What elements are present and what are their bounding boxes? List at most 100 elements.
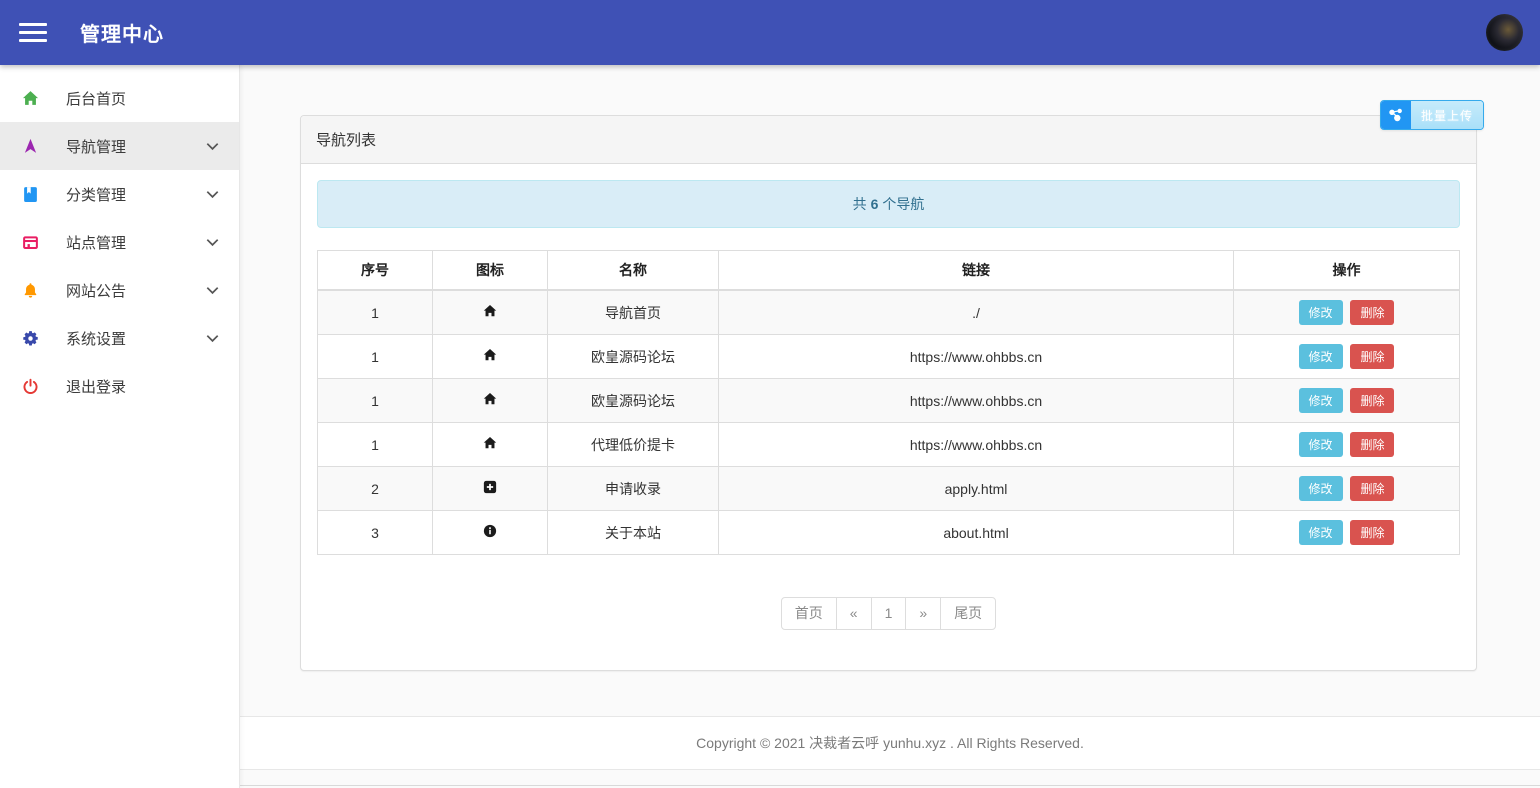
row-actions-cell: 修改 删除 [1234,379,1460,423]
sidebar-item-label: 系统设置 [66,328,126,349]
plus-square-icon [483,480,497,494]
edit-button[interactable]: 修改 [1299,476,1343,501]
row-icon-cell [433,335,548,379]
avatar[interactable] [1486,14,1523,51]
header-actions: 操作 [1234,251,1460,291]
sidebar-item-label: 分类管理 [66,184,126,205]
sidebar-item-label: 站点管理 [66,232,126,253]
pagination: 首页 « 1 » 尾页 [317,597,1460,630]
row-order-cell: 1 [318,423,433,467]
sidebar-menu: 后台首页 导航管理 分类管理 站点管理 网站公告 系统设置 退出登录 [0,74,239,410]
row-name-cell: 欧皇源码论坛 [548,335,719,379]
delete-button[interactable]: 删除 [1350,300,1394,325]
table-row: 1 代理低价提卡 https://www.ohbbs.cn 修改 删除 [318,423,1460,467]
pagination-last[interactable]: 尾页 [940,597,996,630]
row-link-cell: ./ [719,290,1234,335]
sidebar-item-category-manage[interactable]: 分类管理 [0,170,239,218]
nav-list-panel: 导航列表 共 6 个导航 序号 图标 名称 链接 操作 1 [300,115,1477,671]
pagination-prev[interactable]: « [836,597,872,630]
menu-icon[interactable] [19,23,47,43]
delete-button[interactable]: 删除 [1350,520,1394,545]
sidebar-item-site-manage[interactable]: 站点管理 [0,218,239,266]
sidebar-item-label: 退出登录 [66,376,126,397]
bell-icon [20,282,40,299]
chevron-down-icon [206,190,219,199]
sidebar-item-nav-manage[interactable]: 导航管理 [0,122,239,170]
chevron-down-icon [206,238,219,247]
home-icon [483,436,497,450]
edit-button[interactable]: 修改 [1299,432,1343,457]
nav-table-body: 1 导航首页 ./ 修改 删除 1 欧皇源码论坛 https://www.ohb… [318,290,1460,555]
row-name-cell: 欧皇源码论坛 [548,379,719,423]
book-icon [20,186,40,203]
sidebar-item-announcement[interactable]: 网站公告 [0,266,239,314]
row-link-cell: apply.html [719,467,1234,511]
nav-count-suffix: 个导航 [882,194,924,214]
sidebar-item-label: 网站公告 [66,280,126,301]
table-row: 2 申请收录 apply.html 修改 删除 [318,467,1460,511]
row-name-cell: 申请收录 [548,467,719,511]
row-name-cell: 代理低价提卡 [548,423,719,467]
row-actions-cell: 修改 删除 [1234,467,1460,511]
top-header: 管理中心 [0,0,1540,65]
gear-icon [20,330,40,347]
nav-count-alert: 共 6 个导航 [317,180,1460,228]
row-icon-cell [433,423,548,467]
pagination-next[interactable]: » [905,597,941,630]
copyright-text: Copyright © 2021 决裁者云呼 yunhu.xyz . All R… [696,733,1084,753]
pagination-first[interactable]: 首页 [781,597,837,630]
nav-count-prefix: 共 [853,194,867,214]
store-icon [20,234,40,251]
row-order-cell: 2 [318,467,433,511]
row-link-cell: about.html [719,511,1234,555]
table-row: 3 关于本站 about.html 修改 删除 [318,511,1460,555]
delete-button[interactable]: 删除 [1350,344,1394,369]
delete-button[interactable]: 删除 [1350,476,1394,501]
table-header-row: 序号 图标 名称 链接 操作 [318,251,1460,291]
table-row: 1 导航首页 ./ 修改 删除 [318,290,1460,335]
home-icon [20,90,40,107]
sidebar-item-label: 后台首页 [66,88,126,109]
sidebar: 后台首页 导航管理 分类管理 站点管理 网站公告 系统设置 退出登录 [0,65,240,788]
row-order-cell: 3 [318,511,433,555]
row-link-cell: https://www.ohbbs.cn [719,423,1234,467]
table-row: 1 欧皇源码论坛 https://www.ohbbs.cn 修改 删除 [318,335,1460,379]
row-name-cell: 关于本站 [548,511,719,555]
sidebar-item-system-settings[interactable]: 系统设置 [0,314,239,362]
chevron-down-icon [206,142,219,151]
row-icon-cell [433,511,548,555]
chevron-down-icon [206,334,219,343]
edit-button[interactable]: 修改 [1299,300,1343,325]
header-link: 链接 [719,251,1234,291]
edit-button[interactable]: 修改 [1299,520,1343,545]
edit-button[interactable]: 修改 [1299,344,1343,369]
navigation-icon [20,138,40,155]
row-icon-cell [433,467,548,511]
cloud-share-icon [1381,101,1411,129]
row-actions-cell: 修改 删除 [1234,511,1460,555]
row-link-cell: https://www.ohbbs.cn [719,335,1234,379]
row-order-cell: 1 [318,379,433,423]
app-title: 管理中心 [80,18,164,47]
batch-upload-button[interactable]: 批量上传 [1380,100,1484,130]
row-icon-cell [433,379,548,423]
delete-button[interactable]: 删除 [1350,388,1394,413]
row-actions-cell: 修改 删除 [1234,423,1460,467]
header-name: 名称 [548,251,719,291]
row-actions-cell: 修改 删除 [1234,335,1460,379]
sidebar-item-logout[interactable]: 退出登录 [0,362,239,410]
info-circle-icon [483,524,497,538]
home-icon [483,304,497,318]
home-icon [483,392,497,406]
main-content: 批量上传 导航列表 共 6 个导航 序号 图标 名称 链接 操作 [240,65,1540,788]
delete-button[interactable]: 删除 [1350,432,1394,457]
page-footer: Copyright © 2021 决裁者云呼 yunhu.xyz . All R… [240,716,1540,770]
nav-count-value: 6 [871,196,879,212]
header-order: 序号 [318,251,433,291]
table-row: 1 欧皇源码论坛 https://www.ohbbs.cn 修改 删除 [318,379,1460,423]
batch-upload-label: 批量上传 [1411,101,1483,129]
sidebar-item-dashboard[interactable]: 后台首页 [0,74,239,122]
pagination-page-1[interactable]: 1 [871,597,907,630]
nav-table: 序号 图标 名称 链接 操作 1 导航首页 ./ 修改 删除 1 欧皇源码论坛 … [317,250,1460,555]
edit-button[interactable]: 修改 [1299,388,1343,413]
